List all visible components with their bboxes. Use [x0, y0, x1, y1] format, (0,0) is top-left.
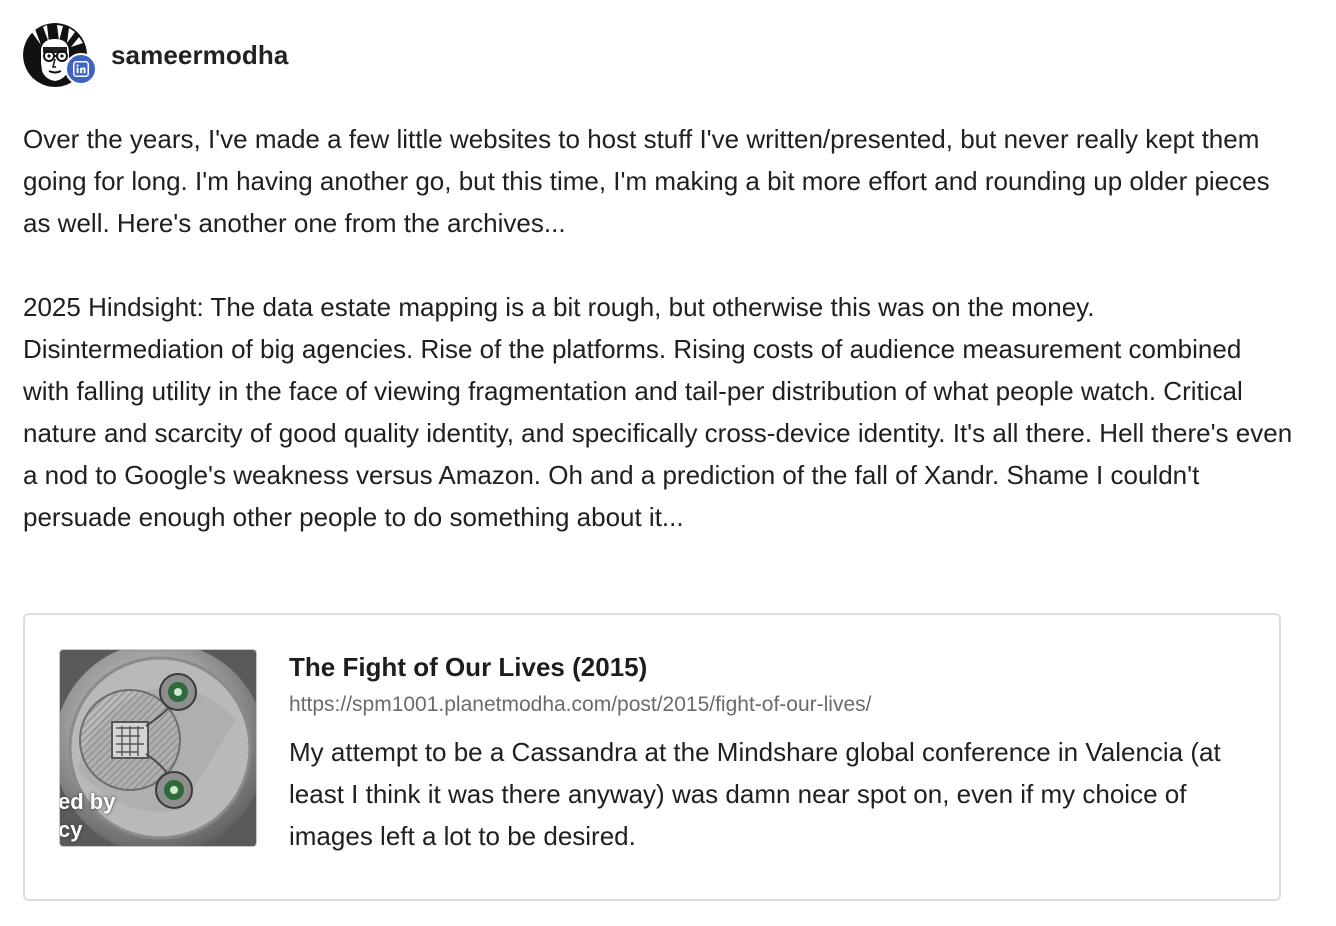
linkedin-badge: [65, 53, 97, 85]
thumbnail-overlay-line: cy: [59, 817, 83, 842]
thumbnail-overlay-text: ed by cy: [59, 788, 116, 844]
thumbnail-overlay-line: ed by: [59, 789, 116, 814]
post: sameermodha Over the years, I've made a …: [0, 0, 1336, 926]
post-paragraph-intro: Over the years, I've made a few little w…: [23, 124, 1270, 238]
author-username[interactable]: sameermodha: [111, 40, 288, 71]
post-body: Over the years, I've made a few little w…: [23, 118, 1293, 538]
link-description: My attempt to be a Cassandra at the Mind…: [289, 737, 1221, 851]
link-card-text: The Fight of Our Lives (2015) https://sp…: [289, 649, 1249, 857]
post-header: sameermodha: [23, 22, 288, 88]
link-url[interactable]: https://spm1001.planetmodha.com/post/201…: [289, 691, 1249, 719]
link-title[interactable]: The Fight of Our Lives (2015): [289, 649, 1249, 685]
link-preview-card[interactable]: ed by cy The Fight of Our Lives (2015) h…: [23, 613, 1281, 901]
post-paragraph-hindsight: 2025 Hindsight: The data estate mapping …: [23, 292, 1293, 532]
avatar-container[interactable]: [23, 23, 97, 87]
link-thumbnail[interactable]: ed by cy: [59, 649, 257, 847]
linkedin-icon: [73, 61, 89, 77]
